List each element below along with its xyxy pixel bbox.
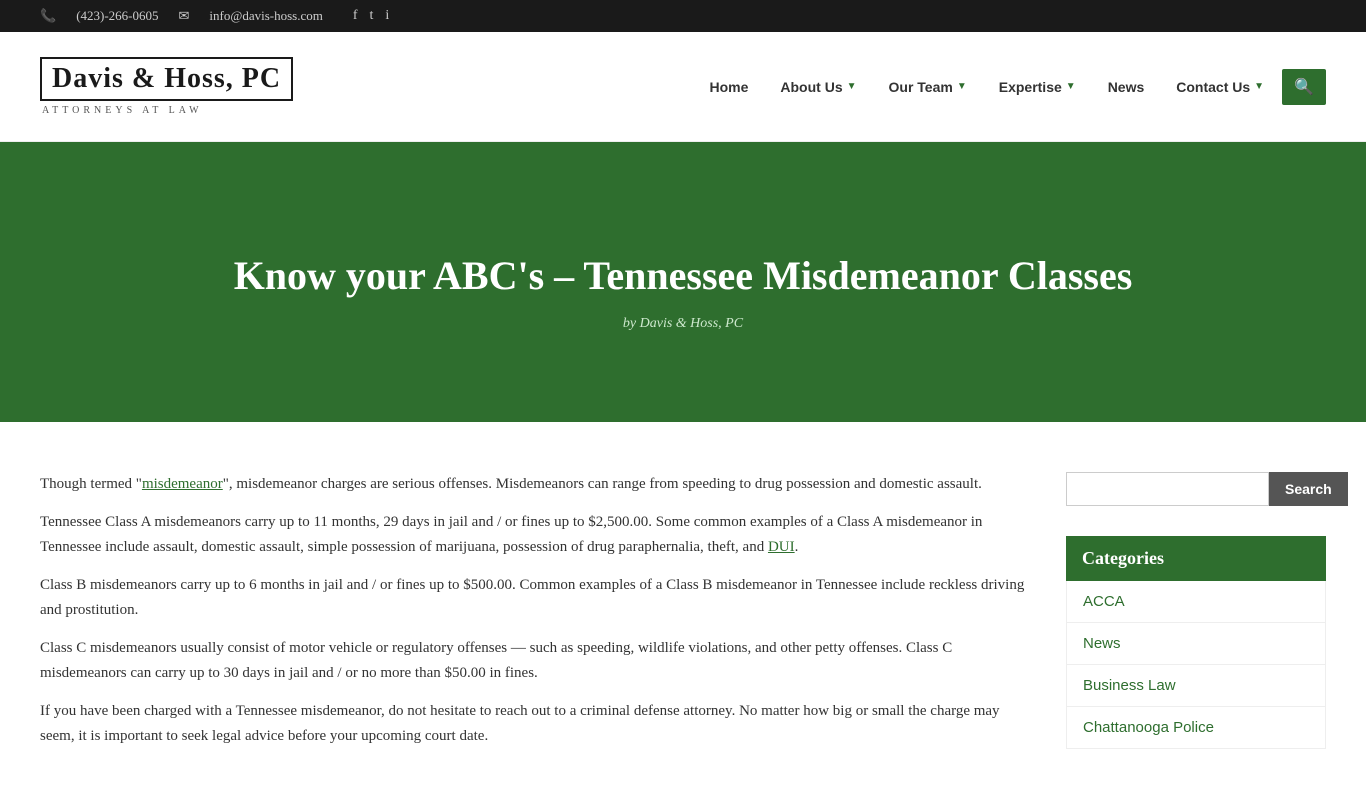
top-bar: 📞 (423)-266-0605 ✉ info@davis-hoss.com f… [0, 0, 1366, 32]
nav-expertise[interactable]: Expertise ▼ [985, 71, 1090, 103]
logo-area: Davis & Hoss, PC ATTORNEYS AT LAW [40, 57, 293, 116]
hero-section: Know your ABC's – Tennessee Misdemeanor … [0, 142, 1366, 422]
logo-name[interactable]: Davis & Hoss, PC [40, 57, 293, 101]
misdemeanor-link[interactable]: misdemeanor [142, 476, 223, 492]
search-input[interactable] [1066, 472, 1269, 506]
logo-subtitle: ATTORNEYS AT LAW [40, 105, 203, 116]
dui-link[interactable]: DUI [768, 539, 795, 555]
category-item-0[interactable]: ACCA [1067, 581, 1325, 623]
nav-home[interactable]: Home [695, 71, 762, 103]
phone-icon: 📞 [40, 8, 56, 24]
category-item-2[interactable]: Business Law [1067, 665, 1325, 707]
header: Davis & Hoss, PC ATTORNEYS AT LAW Home A… [0, 32, 1366, 142]
social-icons: f t i [353, 8, 389, 24]
nav-news[interactable]: News [1094, 71, 1159, 103]
main-nav: Home About Us ▼ Our Team ▼ Expertise ▼ N… [695, 69, 1326, 105]
email-icon: ✉ [179, 8, 190, 24]
paragraph-2: Tennessee Class A misdemeanors carry up … [40, 510, 1026, 561]
paragraph-1: Though termed "misdemeanor", misdemeanor… [40, 472, 1026, 498]
our-team-arrow: ▼ [957, 81, 967, 92]
nav-about-us[interactable]: About Us ▼ [766, 71, 870, 103]
hero-author: by Davis & Hoss, PC [623, 316, 743, 332]
twitter-icon[interactable]: t [370, 8, 374, 24]
instagram-icon[interactable]: i [385, 8, 389, 24]
sidebar-search-box: Search [1066, 472, 1326, 506]
paragraph-5: If you have been charged with a Tennesse… [40, 699, 1026, 750]
expertise-arrow: ▼ [1066, 81, 1076, 92]
category-item-1[interactable]: News [1067, 623, 1325, 665]
facebook-icon[interactable]: f [353, 8, 358, 24]
article-content: Though termed "misdemeanor", misdemeanor… [40, 472, 1026, 762]
paragraph-4: Class C misdemeanors usually consist of … [40, 636, 1026, 687]
contact-us-arrow: ▼ [1254, 81, 1264, 92]
sidebar: Search Categories ACCANewsBusiness LawCh… [1066, 472, 1326, 762]
nav-our-team[interactable]: Our Team ▼ [875, 71, 981, 103]
main-content: Though termed "misdemeanor", misdemeanor… [0, 422, 1366, 812]
nav-search-button[interactable]: 🔍 [1282, 69, 1326, 105]
email-link[interactable]: info@davis-hoss.com [209, 8, 322, 24]
paragraph-3: Class B misdemeanors carry up to 6 month… [40, 573, 1026, 624]
phone-number[interactable]: (423)-266-0605 [76, 8, 158, 24]
categories-header: Categories [1066, 536, 1326, 581]
search-button[interactable]: Search [1269, 472, 1348, 506]
nav-contact-us[interactable]: Contact Us ▼ [1162, 71, 1278, 103]
about-us-arrow: ▼ [847, 81, 857, 92]
categories-list: ACCANewsBusiness LawChattanooga Police [1066, 581, 1326, 749]
category-item-3[interactable]: Chattanooga Police [1067, 707, 1325, 748]
hero-title: Know your ABC's – Tennessee Misdemeanor … [234, 252, 1133, 300]
